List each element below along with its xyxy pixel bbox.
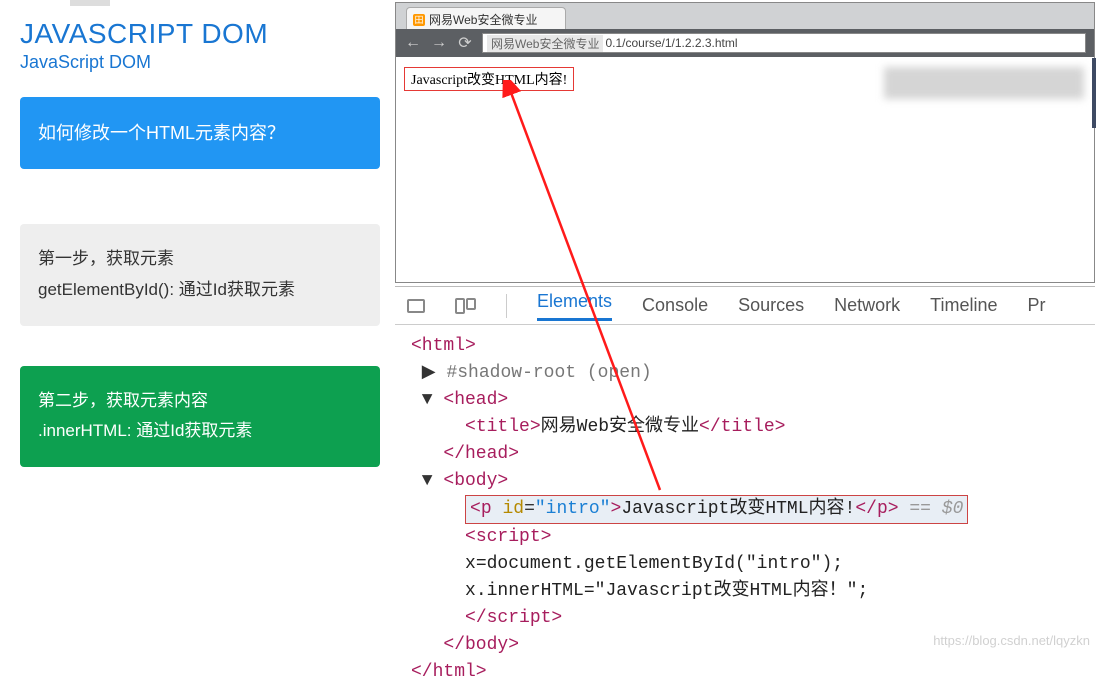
question-card: 如何修改一个HTML元素内容？ [20,97,380,169]
url-input[interactable]: 网易Web安全微专业 0.1/course/1/1.2.2.3.html [482,33,1086,53]
step1-line2: getElementById(): 通过Id获取元素 [38,275,362,306]
page-viewport: Javascript改变HTML内容! [396,57,1094,282]
dom-body-open: <body> [443,471,508,491]
browser-window: 田 网易Web安全微专业 ← → ⟳ 网易Web安全微专业 0.1/course… [395,2,1095,283]
dom-selected-node[interactable]: <p id="intro">Javascript改变HTML内容!</p> ==… [465,495,968,524]
favicon-icon: 田 [413,14,425,26]
tab-timeline[interactable]: Timeline [930,295,997,316]
url-text: 0.1/course/1/1.2.2.3.html [605,36,737,50]
dom-html-close: </html> [411,662,487,682]
step1-line1: 第一步，获取元素 [38,244,362,275]
step1-card: 第一步，获取元素 getElementById(): 通过Id获取元素 [20,224,380,325]
dom-shadow: #shadow-root (open) [446,363,651,383]
dom-js1: x=document.getElementById("intro"); [465,554,843,574]
dom-body-close: </body> [443,635,519,655]
step2-card: 第二步，获取元素内容 .innerHTML: 通过Id获取元素 [20,366,380,467]
devtools-tab-bar: Elements Console Sources Network Timelin… [395,287,1095,325]
dom-script-close: </script> [465,608,562,628]
inspect-icon[interactable] [407,299,425,313]
slide-subtitle: JavaScript DOM [20,52,380,73]
device-icon[interactable] [455,298,476,314]
tab-title: 网易Web安全微专业 [429,11,537,28]
address-bar: ← → ⟳ 网易Web安全微专业 0.1/course/1/1.2.2.3.ht… [396,29,1094,57]
browser-tab[interactable]: 田 网易Web安全微专业 [406,7,566,29]
dom-script-open: <script> [465,527,551,547]
tab-sources[interactable]: Sources [738,295,804,316]
tab-console[interactable]: Console [642,295,708,316]
dom-head-close: </head> [443,444,519,464]
separator [506,294,507,318]
dom-js2: x.innerHTML="Javascript改变HTML内容！"; [465,581,868,601]
step2-line1: 第二步，获取元素内容 [38,386,362,417]
dom-title-open: <title> [465,417,541,437]
decoration [70,0,110,6]
reload-button[interactable]: ⟳ [456,33,474,53]
slide-title: JAVASCRIPT DOM [20,18,380,50]
page-output: Javascript改变HTML内容! [404,67,574,91]
tab-more[interactable]: Pr [1028,295,1046,316]
dom-head-open: <head> [443,390,508,410]
forward-button[interactable]: → [430,34,448,52]
dom-title-text: 网易Web安全微专业 [541,417,699,437]
tab-elements[interactable]: Elements [537,291,612,321]
step2-line2: .innerHTML: 通过Id获取元素 [38,416,362,447]
question-text: 如何修改一个HTML元素内容？ [38,123,285,143]
browser-tab-bar: 田 网易Web安全微专业 [396,3,1094,29]
url-prefix: 网易Web安全微专业 [487,35,603,52]
dom-html-open: <html> [411,336,476,356]
watermark: https://blog.csdn.net/lqyzkn [933,633,1090,648]
tab-network[interactable]: Network [834,295,900,316]
slide-panel: JAVASCRIPT DOM JavaScript DOM 如何修改一个HTML… [20,18,380,467]
decoration-line [1092,58,1096,128]
back-button[interactable]: ← [404,34,422,52]
redacted-area [884,67,1084,99]
dom-title-close: </title> [699,417,785,437]
